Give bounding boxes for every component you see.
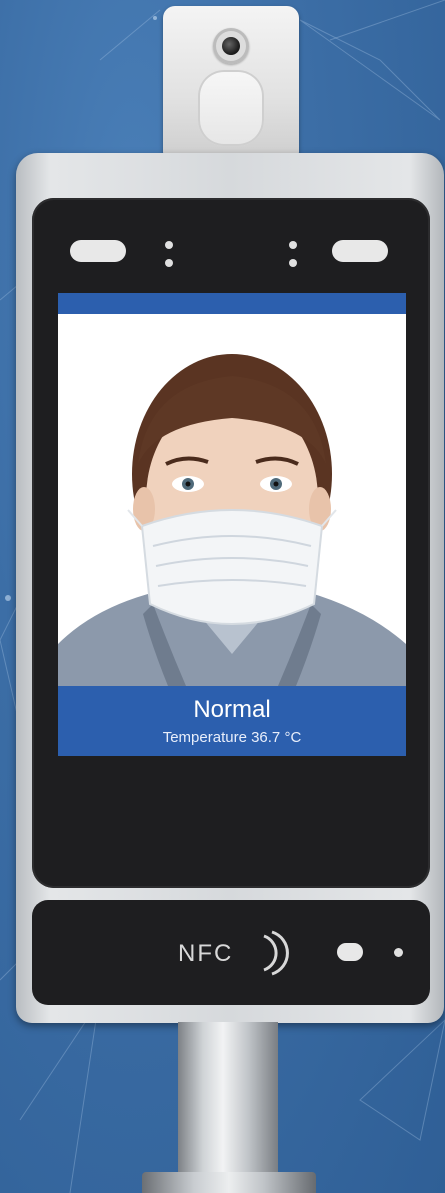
right-ir-light bbox=[332, 240, 388, 262]
stand-pole bbox=[178, 1022, 278, 1193]
nfc-icon bbox=[263, 930, 289, 976]
status-bar: Normal Temperature 36.7 °C bbox=[58, 686, 406, 756]
left-sensor-dot-top bbox=[165, 241, 173, 249]
right-sensor-dot-top bbox=[289, 241, 297, 249]
display-screen: Normal Temperature 36.7 °C bbox=[58, 293, 406, 756]
camera-sensor-cover bbox=[198, 70, 264, 146]
face-photo bbox=[58, 314, 406, 686]
display-header-bar bbox=[58, 293, 406, 314]
temperature-text: Temperature 36.7 °C bbox=[162, 729, 302, 746]
nfc-panel: NFC bbox=[32, 900, 430, 1005]
right-sensor-dot-bottom bbox=[289, 259, 297, 267]
nfc-indicator-light bbox=[337, 943, 363, 961]
camera-lens-icon bbox=[213, 28, 249, 64]
thermal-camera-module bbox=[163, 6, 299, 156]
left-ir-light bbox=[70, 240, 126, 262]
status-text: Normal bbox=[193, 696, 271, 723]
screen-panel: Normal Temperature 36.7 °C bbox=[32, 198, 430, 888]
nfc-indicator-dot bbox=[394, 948, 403, 957]
left-sensor-dot-bottom bbox=[165, 259, 173, 267]
stand-base bbox=[142, 1172, 316, 1193]
nfc-label: NFC bbox=[178, 940, 234, 967]
face-recognition-terminal: Normal Temperature 36.7 °C NFC bbox=[16, 153, 444, 1023]
